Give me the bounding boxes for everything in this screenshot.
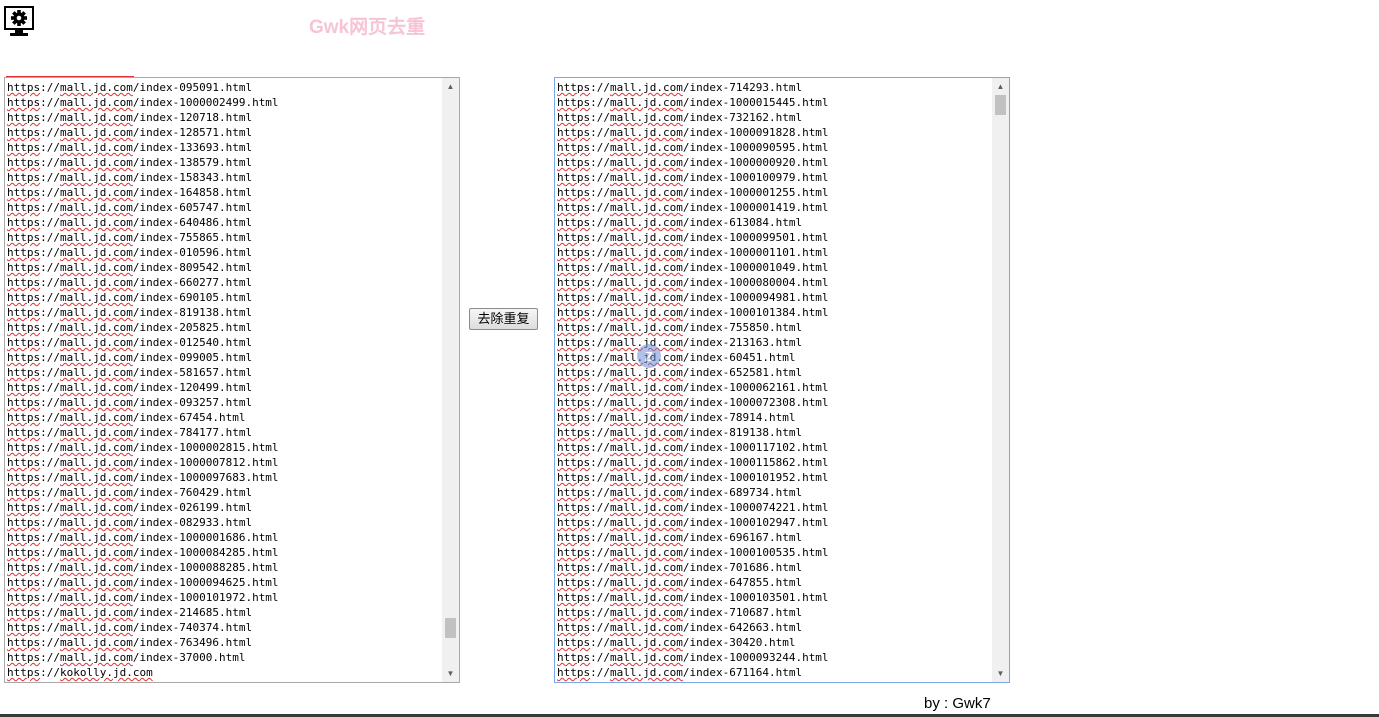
url-line: https://mall.jd.com/index-010596.html [7,246,253,259]
input-lines: https://mall.jd.com/index-095091.html htt… [7,80,441,682]
url-line: https://mall.jd.com/index-660277.html [7,276,253,289]
url-line: https://mall.jd.com/index-1000015445.htm… [557,96,829,109]
output-textarea[interactable]: https://mall.jd.com/index-714293.html htt… [554,77,1010,683]
url-line: https://mall.jd.com/index-1000090595.htm… [557,141,829,154]
input-textarea[interactable]: https://mall.jd.com/index-095091.html htt… [4,77,460,683]
output-scrollbar[interactable]: ▲ ▼ [992,78,1009,682]
url-line: https://mall.jd.com/index-1000001049.htm… [557,261,829,274]
url-line: https://mall.jd.com/index-1000062161.htm… [557,381,829,394]
url-line: https://mall.jd.com/index-120499.html [7,381,253,394]
url-line: https://mall.jd.com/index-67454.html [7,411,246,424]
url-line: https://mall.jd.com/index-30420.html [557,636,796,649]
app-title: Gwk网页去重 [309,17,426,38]
url-line: https://mall.jd.com/index-763496.html [7,636,253,649]
dedupe-button[interactable]: 去除重复 [469,308,538,330]
url-line: https://mall.jd.com/index-1000001101.htm… [557,246,829,259]
url-line: https://mall.jd.com/index-732162.html [557,111,803,124]
url-line: https://mall.jd.com/index-213163.html [557,336,803,349]
url-line: https://mall.jd.com/index-1000117102.htm… [557,441,829,454]
url-line: https://mall.jd.com/index-690105.html [7,291,253,304]
url-line: https://mall.jd.com/index-819138.html [557,426,803,439]
url-line: https://mall.jd.com/index-605747.html [7,201,253,214]
url-line: https://mall.jd.com/index-809542.html [7,261,253,274]
url-line: https://mall.jd.com/index-37000.html [7,651,246,664]
url-line: https://mall.jd.com/index-710687.html [557,606,803,619]
url-line: https://mall.jd.com/index-133693.html [7,141,253,154]
input-scrollbar[interactable]: ▲ ▼ [442,78,459,682]
url-line: https://mall.jd.com/index-701686.html [557,561,803,574]
url-line: https://mall.jd.com/index-1000101952.htm… [557,471,829,484]
url-line: https://mall.jd.com/index-1000001419.htm… [557,201,829,214]
footer-credit: by : Gwk7 [924,695,991,712]
url-line: https://mall.jd.com/index-696167.html [557,531,803,544]
url-line: https://mall.jd.com/index-1000097683.htm… [7,471,279,484]
url-line: https://mall.jd.com/index-60451.html [557,351,796,364]
url-line: https://mall.jd.com/index-1000002815.htm… [7,441,279,454]
url-line: https://mall.jd.com/index-1000099501.htm… [557,231,829,244]
url-line: https://mall.jd.com/index-1000094981.htm… [557,291,829,304]
url-line: https://mall.jd.com/index-652581.html [557,366,803,379]
scroll-thumb[interactable] [995,95,1006,115]
url-line: https://mall.jd.com/index-095091.html [7,81,253,94]
url-line: https://mall.jd.com/index-1000002499.htm… [7,96,279,109]
url-line: https://mall.jd.com/index-740374.html [7,621,253,634]
url-line: https://mall.jd.com/index-1000080004.htm… [557,276,829,289]
url-line: https://mall.jd.com/index-1000074221.htm… [557,501,829,514]
url-line: https://mall.jd.com/index-755850.html [557,321,803,334]
url-line: https://mall.jd.com/index-671164.html [557,666,803,679]
url-line: https://mall.jd.com/index-784177.html [7,426,253,439]
url-line: https://mall.jd.com/index-1000094625.htm… [7,576,279,589]
url-line: https://mall.jd.com/index-205825.html [7,321,253,334]
url-line: https://mall.jd.com/index-647855.html [557,576,803,589]
url-line: https://mall.jd.com/index-1000103501.htm… [557,591,829,604]
url-line: https://mall.jd.com/index-1000007812.htm… [7,456,279,469]
url-line: https://mall.jd.com/index-819138.html [7,306,253,319]
scroll-thumb[interactable] [445,617,456,638]
url-line: https://mall.jd.com/index-1000100979.htm… [557,171,829,184]
url-line: https://mall.jd.com/index-082933.html [7,516,253,529]
url-line: https://mall.jd.com/index-755865.html [7,231,253,244]
url-line: https://mall.jd.com/index-1000001686.htm… [7,531,279,544]
scroll-up-arrow-icon[interactable]: ▲ [992,78,1009,95]
gear-monitor-icon[interactable] [4,6,34,38]
url-line: https://mall.jd.com/index-78914.html [557,411,796,424]
url-line: https://mall.jd.com/index-093257.html [7,396,253,409]
url-line: https://mall.jd.com/index-1000001255.htm… [557,186,829,199]
url-line: https://mall.jd.com/index-689734.html [557,486,803,499]
output-lines: https://mall.jd.com/index-714293.html htt… [557,80,991,682]
url-line: https://mall.jd.com/index-164858.html [7,186,253,199]
scroll-down-arrow-icon[interactable]: ▼ [992,665,1009,682]
url-line: https://mall.jd.com/index-1000084285.htm… [7,546,279,559]
url-line: https://mall.jd.com/index-026199.html [7,501,253,514]
url-line: https://mall.jd.com/index-1000088285.htm… [7,561,279,574]
scroll-down-arrow-icon[interactable]: ▼ [442,665,459,682]
url-line: https://mall.jd.com/index-1000100535.htm… [557,546,829,559]
watermark-logo-icon: Z [637,344,661,368]
scroll-up-arrow-icon[interactable]: ▲ [442,78,459,95]
url-line: https://mall.jd.com/index-120718.html [7,111,253,124]
url-line: https://mall.jd.com/index-099005.html [7,351,253,364]
url-line: https://mall.jd.com/index-1000115862.htm… [557,456,829,469]
url-line: https://mall.jd.com/index-640486.html [7,216,253,229]
url-line: https://mall.jd.com/index-1000091828.htm… [557,126,829,139]
url-line: https://mall.jd.com/index-214685.html [7,606,253,619]
url-line: https://mall.jd.com/index-1000093244.htm… [557,651,829,664]
url-line: https://mall.jd.com/index-128571.html [7,126,253,139]
url-line: https://mall.jd.com/index-158343.html [7,171,253,184]
url-line: https://mall.jd.com/index-642663.html [557,621,803,634]
url-line: https://mall.jd.com/index-613084.html [557,216,803,229]
url-line: https://mall.jd.com/index-1000072308.htm… [557,396,829,409]
url-line: https://mall.jd.com/index-760429.html [7,486,253,499]
url-line: https://mall.jd.com/index-012540.html [7,336,253,349]
url-line: https://mall.jd.com/index-1000102947.htm… [557,516,829,529]
url-line: https://mall.jd.com/index-581657.html [7,366,253,379]
url-line: https://mall.jd.com/index-1000000920.htm… [557,156,829,169]
url-line: https://mall.jd.com/index-138579.html [7,156,253,169]
url-line: https://mall.jd.com/index-1000101972.htm… [7,591,279,604]
url-line: https://mall.jd.com/index-1000101384.htm… [557,306,829,319]
url-line: https://kokolly.jd.com [7,666,153,679]
url-line: https://mall.jd.com/index-714293.html [557,81,803,94]
